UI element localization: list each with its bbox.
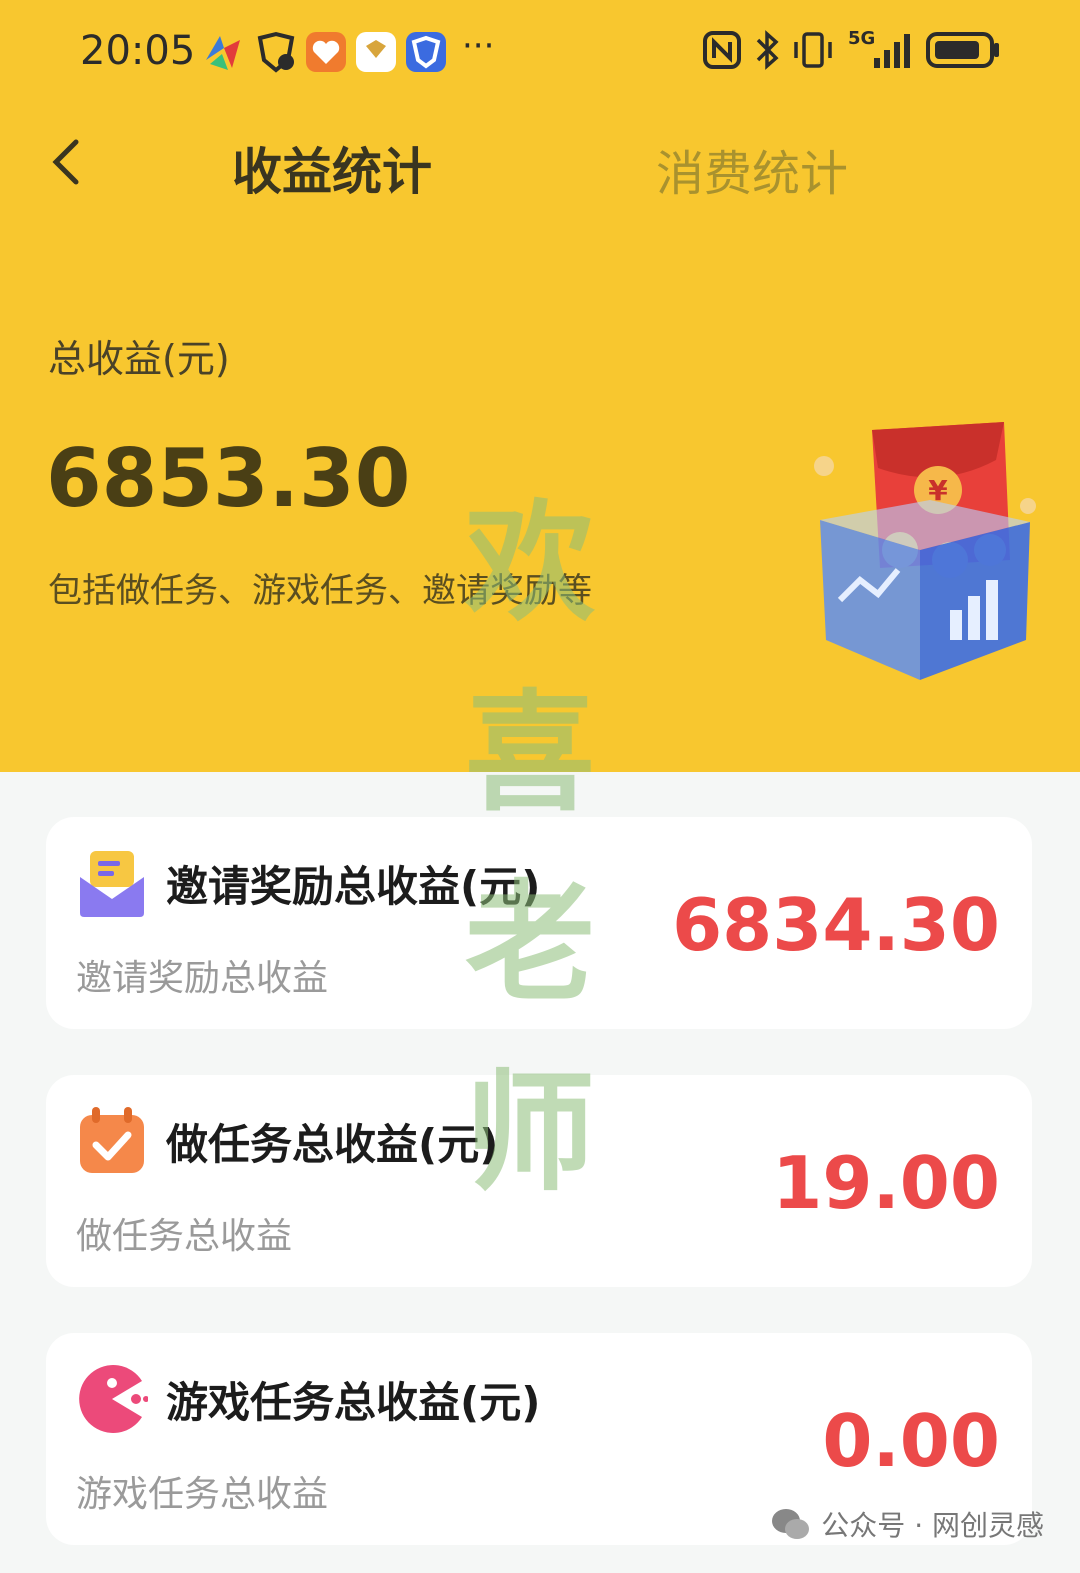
card-title: 邀请奖励总收益(元) <box>166 862 541 911</box>
signal-icon <box>874 34 910 68</box>
game-pacman-icon <box>79 1365 148 1433</box>
calendar-check-icon <box>80 1107 144 1173</box>
tab-spend-stats[interactable]: 消费统计 <box>656 134 848 204</box>
bluetooth-icon <box>756 30 779 70</box>
top-nav: 收益统计 消费统计 <box>0 110 1080 220</box>
card-subtitle: 游戏任务总收益 <box>76 1474 329 1515</box>
invite-income-card[interactable]: 邀请奖励总收益(元) 邀请奖励总收益 6834.30 <box>46 817 1032 1029</box>
total-income-description: 包括做任务、游戏任务、邀请奖励等 <box>48 571 592 611</box>
card-title: 做任务总收益(元) <box>166 1120 499 1169</box>
status-bar: 20:05 ··· 5G <box>0 0 1080 100</box>
card-subtitle: 邀请奖励总收益 <box>76 958 329 999</box>
card-amount: 19.00 <box>772 1141 1000 1225</box>
total-income-value: 6853.30 <box>46 432 411 525</box>
heart-app-icon <box>306 32 346 72</box>
footer-credit: 公众号 · 网创灵感 <box>771 1504 1044 1544</box>
tab-income-stats[interactable]: 收益统计 <box>232 132 432 204</box>
app-icon <box>206 36 240 70</box>
footer-text: 公众号 · 网创灵感 <box>821 1509 1044 1542</box>
honor-app-icon <box>356 32 396 72</box>
shield-check-icon <box>257 31 295 73</box>
shield-app-icon <box>406 32 446 72</box>
task-income-card[interactable]: 做任务总收益(元) 做任务总收益 19.00 <box>46 1075 1032 1287</box>
card-amount: 0.00 <box>822 1399 1000 1483</box>
status-time: 20:05 <box>80 28 196 74</box>
card-title: 游戏任务总收益(元) <box>166 1378 541 1427</box>
wechat-icon <box>772 1509 810 1539</box>
battery-icon <box>926 32 999 68</box>
nfc-icon <box>703 31 741 69</box>
card-subtitle: 做任务总收益 <box>76 1216 293 1257</box>
envelope-icon <box>80 851 144 917</box>
red-envelope-box-icon: ¥ <box>814 422 1036 680</box>
card-amount: 6834.30 <box>672 883 1000 967</box>
chevron-left-icon[interactable] <box>40 132 100 192</box>
header-background: 20:05 ··· 5G 收益统计 消费统计 总收益(元) 6853.30 包括… <box>0 0 1080 772</box>
vibrate-icon <box>794 32 832 68</box>
total-income-label: 总收益(元) <box>48 337 230 381</box>
more-icon: ··· <box>462 26 495 66</box>
